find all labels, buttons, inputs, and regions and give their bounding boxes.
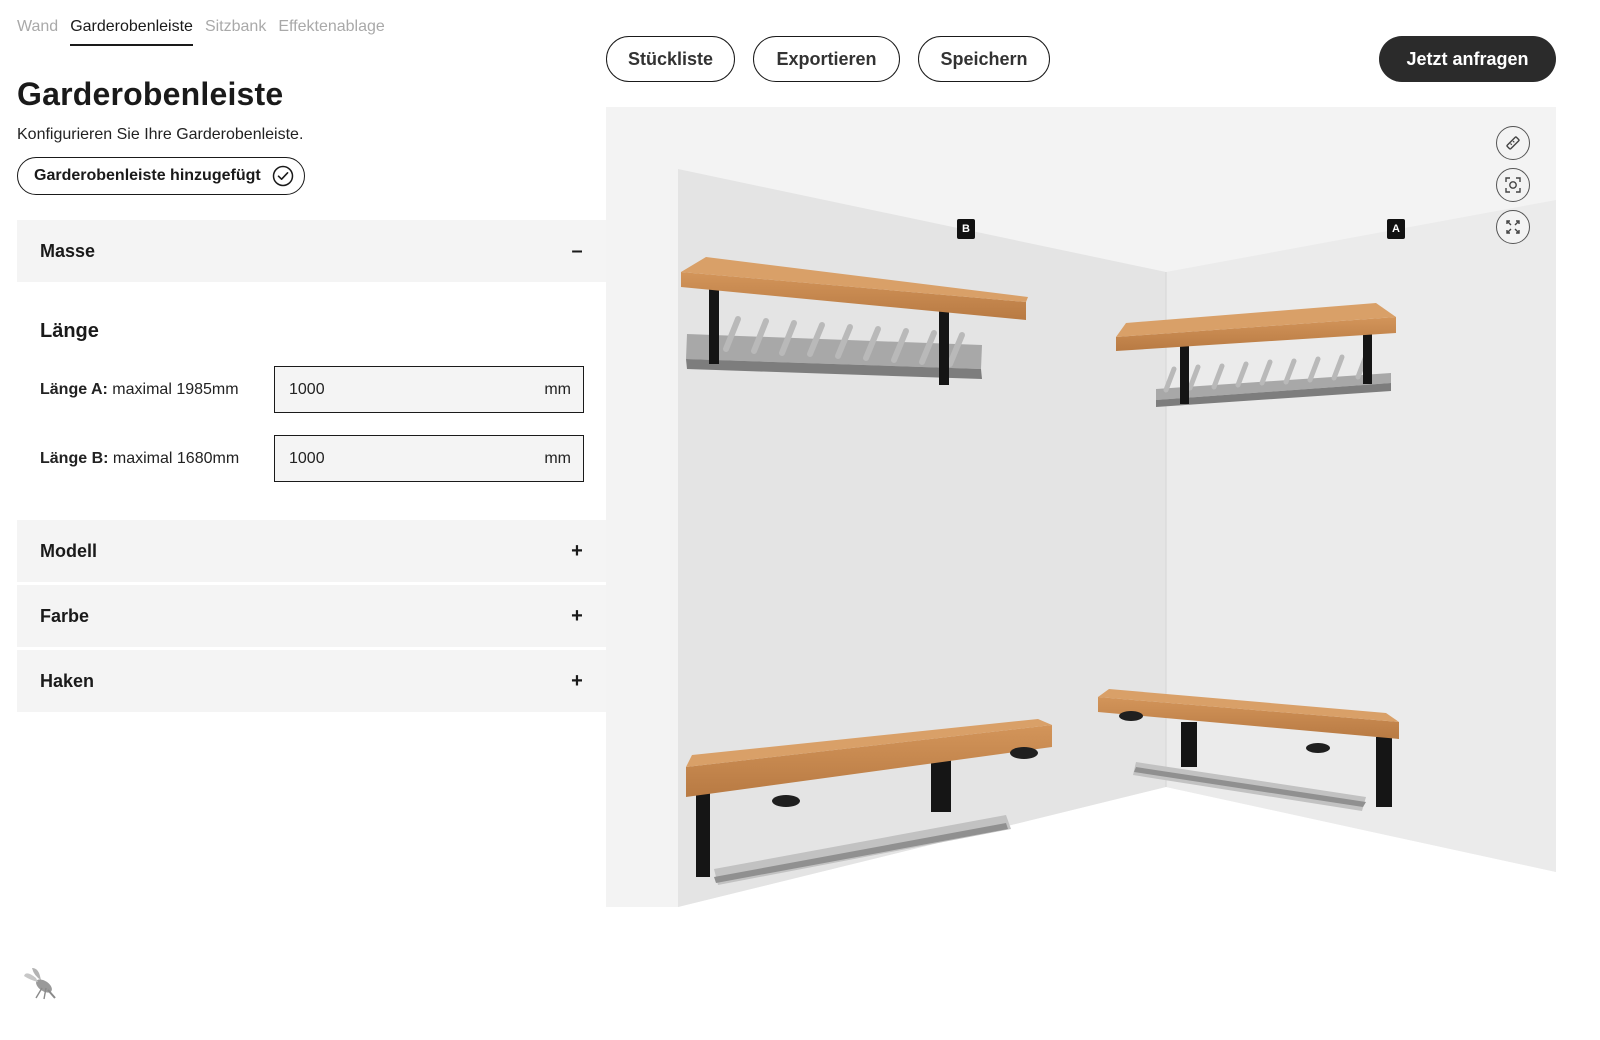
ruler-icon (1506, 136, 1520, 150)
measure-tool-button[interactable] (1496, 126, 1530, 160)
laenge-heading: Länge (40, 320, 99, 342)
exportieren-button[interactable]: Exportieren (753, 36, 900, 82)
accordion-farbe-title: Farbe (40, 605, 90, 626)
expand-icon: + (571, 669, 583, 692)
center-view-button[interactable] (1496, 168, 1530, 202)
accordion-haken-header[interactable]: Haken + (17, 650, 606, 712)
masse-content: Länge Länge A: maximal 1985mm mm Länge B… (17, 284, 606, 520)
3d-viewport[interactable]: B A (606, 107, 1556, 1011)
accordion-masse-title: Masse (40, 240, 96, 261)
stueckliste-button[interactable]: Stückliste (606, 36, 735, 82)
laenge-a-label: Länge A: maximal 1985mm (40, 380, 239, 398)
tab-garderobenleiste[interactable]: Garderobenleiste (70, 18, 193, 46)
check-circle-icon (272, 165, 294, 187)
accordion-haken: Haken + (17, 650, 606, 712)
laenge-b-row: Länge B: maximal 1680mm mm (40, 435, 584, 482)
accordion-modell-title: Modell (40, 540, 97, 561)
laenge-b-input[interactable] (287, 448, 491, 469)
added-status-pill[interactable]: Garderobenleiste hinzugefügt (17, 157, 305, 195)
configurator-tabs: Wand Garderobenleiste Sitzbank Effektena… (17, 18, 385, 46)
accordion-masse-header[interactable]: Masse – (17, 220, 606, 282)
accordion-farbe: Farbe + (17, 585, 606, 647)
page-title: Garderobenleiste (17, 76, 284, 112)
accordion-masse: Masse – (17, 220, 606, 282)
bee-logo-icon (24, 968, 56, 1000)
accordion-modell-header[interactable]: Modell + (17, 520, 606, 582)
laenge-a-row: Länge A: maximal 1985mm mm (40, 366, 584, 413)
speichern-button[interactable]: Speichern (918, 36, 1050, 82)
jetzt-anfragen-button[interactable]: Jetzt anfragen (1379, 36, 1556, 82)
accordion-haken-title: Haken (40, 670, 95, 691)
wall-label-b: B (957, 219, 975, 239)
accordion-farbe-header[interactable]: Farbe + (17, 585, 606, 647)
page-subtitle: Konfigurieren Sie Ihre Garderobenleiste. (17, 126, 304, 143)
laenge-b-label: Länge B: maximal 1680mm (40, 449, 240, 467)
tab-sitzbank[interactable]: Sitzbank (205, 18, 266, 46)
laenge-a-field: mm (274, 366, 584, 413)
laenge-a-unit: mm (544, 380, 571, 398)
center-view-icon (1505, 177, 1521, 193)
added-status-label: Garderobenleiste hinzugefügt (34, 167, 261, 184)
fullscreen-icon (1506, 220, 1520, 234)
laenge-b-unit: mm (544, 449, 571, 467)
expand-icon: + (571, 604, 583, 627)
accordion-modell: Modell + (17, 520, 606, 582)
laenge-b-field: mm (274, 435, 584, 482)
wall-a (1166, 200, 1556, 872)
collapse-icon: – (571, 239, 583, 262)
laenge-a-input[interactable] (287, 379, 491, 400)
tab-wand[interactable]: Wand (17, 18, 58, 46)
tab-effektenablage[interactable]: Effektenablage (278, 18, 384, 46)
room-scene (606, 169, 1556, 1011)
expand-icon: + (571, 539, 583, 562)
wall-label-a: A (1387, 219, 1405, 239)
fullscreen-button[interactable] (1496, 210, 1530, 244)
